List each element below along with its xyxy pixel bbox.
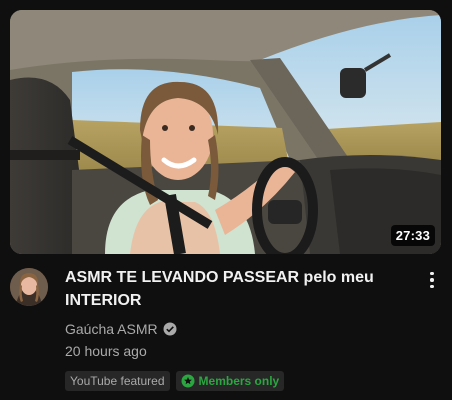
- channel-avatar[interactable]: [10, 268, 48, 306]
- more-vert-icon[interactable]: [422, 268, 442, 292]
- menu-dot: [430, 278, 434, 282]
- menu-dot: [430, 271, 434, 276]
- youtube-featured-badge: YouTube featured: [65, 371, 170, 391]
- members-only-label: Members only: [198, 374, 280, 388]
- badge-row: YouTube featured Members only: [65, 371, 405, 391]
- duration-badge: 27:33: [390, 225, 435, 246]
- channel-name[interactable]: Gaúcha ASMR: [65, 321, 158, 337]
- published-time: 20 hours ago: [65, 343, 147, 359]
- video-details: ASMR TE LEVANDO PASSEAR pelo meu INTERIO…: [65, 266, 405, 391]
- avatar-image: [10, 268, 48, 306]
- menu-dot: [430, 284, 434, 289]
- thumbnail-image: [10, 10, 441, 254]
- verified-check-icon: [163, 322, 177, 336]
- channel-row: Gaúcha ASMR: [65, 319, 405, 339]
- members-only-badge: Members only: [175, 371, 285, 391]
- video-title[interactable]: ASMR TE LEVANDO PASSEAR pelo meu INTERIO…: [65, 266, 405, 312]
- video-thumbnail[interactable]: 27:33: [10, 10, 441, 254]
- members-star-icon: [181, 374, 195, 388]
